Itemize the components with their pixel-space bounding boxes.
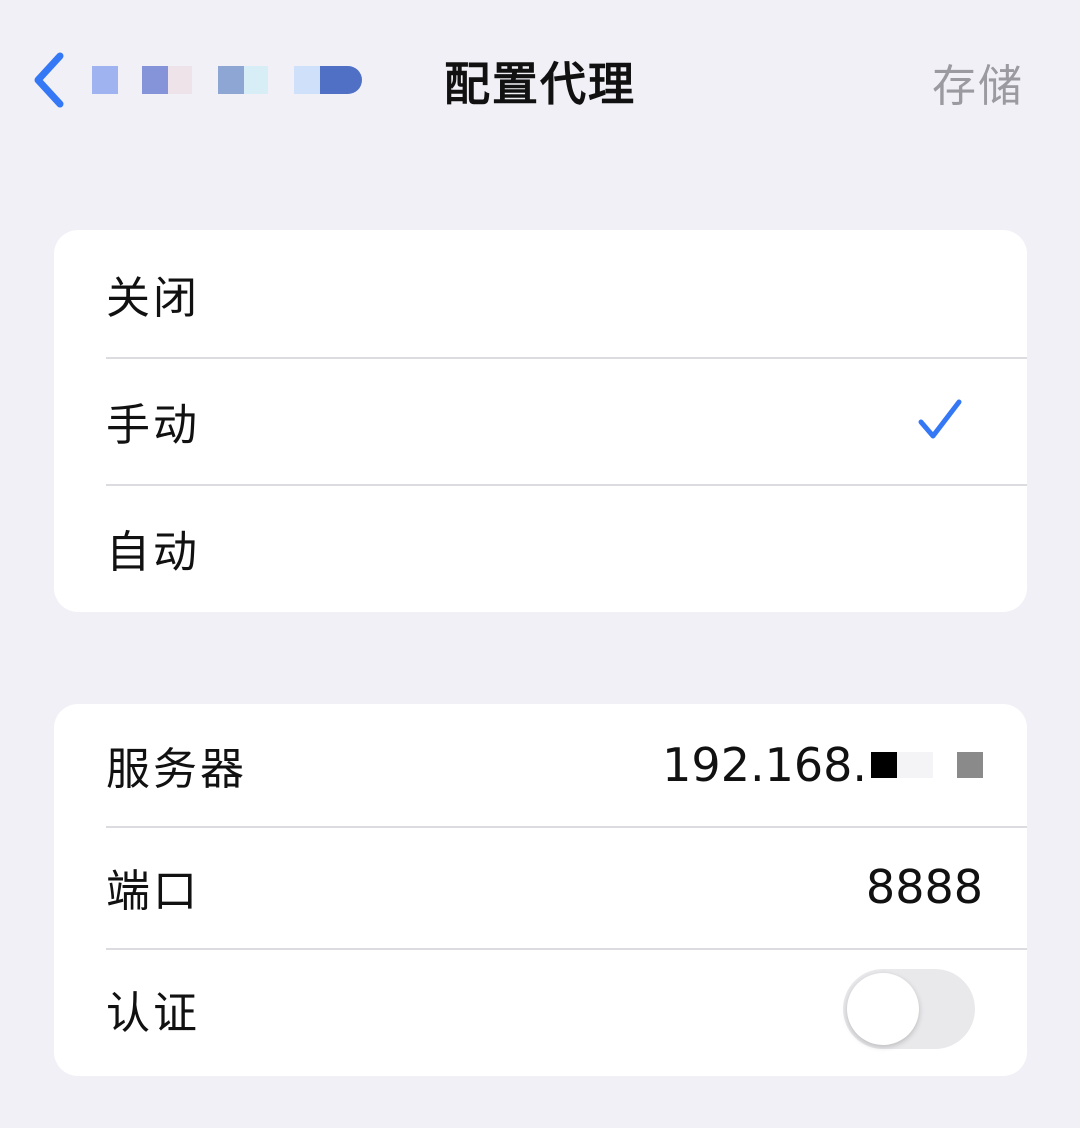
mode-option-auto[interactable]: 自动: [54, 484, 1027, 611]
mode-option-label: 自动: [106, 526, 200, 578]
port-row[interactable]: 端口 8888: [54, 826, 1027, 948]
auth-label: 认证: [106, 988, 200, 1039]
mode-option-off[interactable]: 关闭: [54, 230, 1027, 357]
server-row[interactable]: 服务器 192.168.: [54, 704, 1027, 826]
redaction-mask: [871, 752, 897, 778]
mode-option-label: 关闭: [106, 272, 200, 324]
proxy-mode-group: 关闭 手动 自动: [54, 230, 1027, 612]
checkmark-icon: [918, 399, 962, 438]
navigation-bar: 配置代理 存储: [0, 0, 1080, 160]
redaction-mask: [897, 752, 933, 778]
mode-option-manual[interactable]: 手动: [54, 357, 1027, 484]
redaction-mask: [933, 752, 957, 778]
toggle-knob: [847, 973, 919, 1045]
port-label: 端口: [106, 866, 200, 917]
proxy-settings-group: 服务器 192.168. 端口 8888 认证: [54, 704, 1027, 1076]
save-button[interactable]: 存储: [932, 50, 1024, 114]
redaction-mask: [957, 752, 983, 778]
auth-row: 认证: [54, 948, 1027, 1070]
mode-option-label: 手动: [106, 399, 200, 451]
server-field[interactable]: 192.168.: [662, 738, 983, 792]
page-title: 配置代理: [444, 57, 636, 111]
server-value: 192.168.: [662, 738, 867, 792]
server-label: 服务器: [106, 744, 247, 795]
port-field[interactable]: 8888: [866, 860, 983, 914]
auth-toggle[interactable]: [843, 969, 975, 1049]
